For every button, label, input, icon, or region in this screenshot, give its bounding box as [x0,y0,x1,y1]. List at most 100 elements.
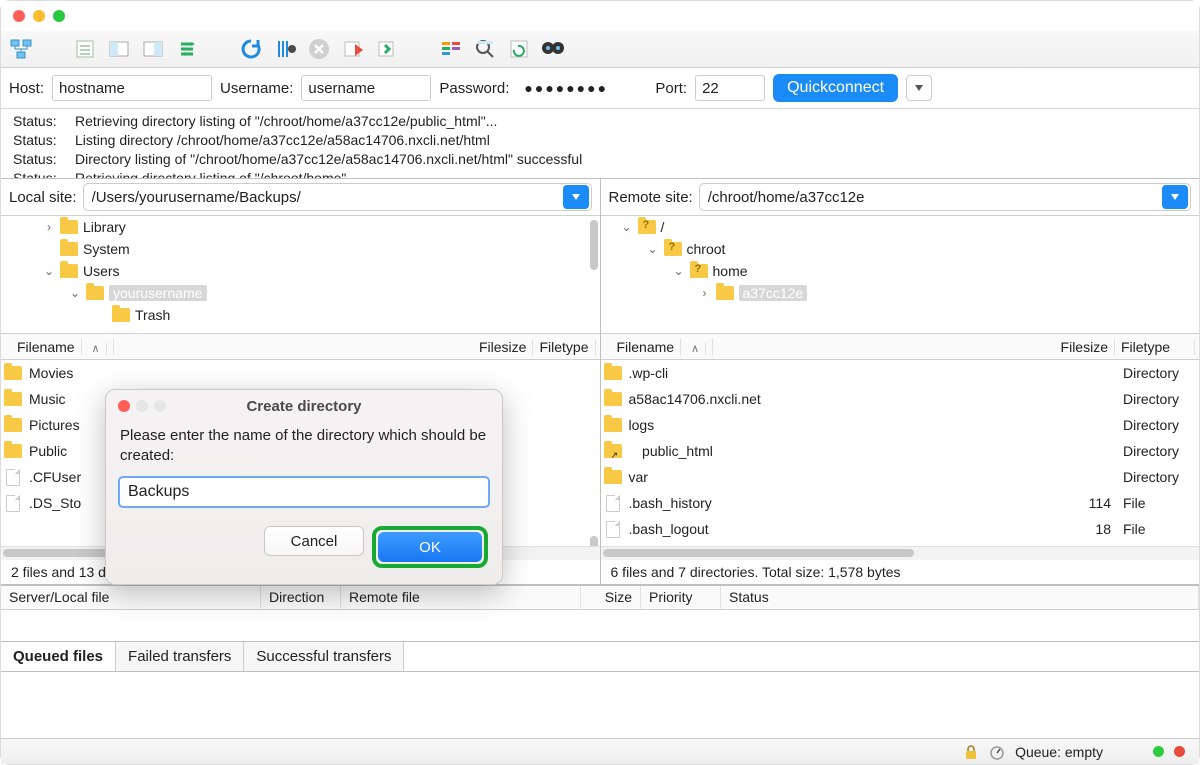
col-filename[interactable]: Filename ∧ [5,339,114,355]
queue-columns[interactable]: Server/Local fileDirectionRemote fileSiz… [1,586,1199,610]
queue-col[interactable]: Server/Local file [1,586,261,609]
list-item[interactable]: logsDirectory [601,412,1200,438]
tree-item[interactable]: Trash [1,304,600,326]
compare-icon[interactable] [505,35,533,63]
local-site-dropdown-icon[interactable] [563,185,589,209]
password-input[interactable]: ●●●●●●●● [517,76,647,100]
file-icon [603,494,623,512]
remote-site-dropdown-icon[interactable] [1162,185,1188,209]
dialog-title: Create directory [106,398,502,415]
toggle-remote-tree-icon[interactable] [139,35,167,63]
queue-col[interactable]: Size [581,586,641,609]
tree-item[interactable]: ⌄/ [601,216,1200,238]
tree-item[interactable]: System [1,238,600,260]
quickconnect-history-button[interactable] [906,75,932,101]
disclosure-icon[interactable]: ⌄ [43,264,55,278]
cancel-button[interactable]: Cancel [264,526,364,556]
queue-col[interactable]: Remote file [341,586,581,609]
folder-icon [715,284,735,302]
tree-item[interactable]: ›a37cc12e [601,282,1200,304]
site-manager-icon[interactable] [7,35,35,63]
tree-item[interactable]: ›Library [1,216,600,238]
local-columns[interactable]: Filename ∧ Filesize Filetype [1,334,600,360]
remote-site-input[interactable] [700,189,1160,206]
list-item[interactable]: Movies [1,360,600,386]
list-item[interactable]: ↗public_htmlDirectory [601,438,1200,464]
reconnect-icon[interactable] [373,35,401,63]
list-item[interactable]: .bash_logout18File [601,516,1200,542]
toggle-queue-icon[interactable] [173,35,201,63]
folder-icon [111,306,131,324]
disclosure-icon[interactable]: ⌄ [673,264,685,278]
folder-unknown-icon [689,262,709,280]
list-item[interactable]: varDirectory [601,464,1200,490]
queue-col[interactable]: Direction [261,586,341,609]
tree-item[interactable]: ⌄yourusername [1,282,600,304]
file-name: Movies [29,365,598,381]
filter-icon[interactable] [437,35,465,63]
list-item[interactable]: .bash_history114File [601,490,1200,516]
status-ok-icon [1153,746,1164,757]
tab-failed[interactable]: Failed transfers [116,642,244,671]
list-item[interactable]: .wp-cliDirectory [601,360,1200,386]
local-site-input[interactable] [84,189,561,206]
toggle-log-icon[interactable] [71,35,99,63]
remote-file-list[interactable]: .wp-cliDirectorya58ac14706.nxcli.netDire… [601,360,1200,546]
cancel-icon[interactable] [305,35,333,63]
disclosure-icon[interactable]: ⌄ [647,242,659,256]
col-filetype[interactable]: Filetype [1115,339,1195,355]
list-item[interactable]: a58ac14706.nxcli.netDirectory [601,386,1200,412]
folder-icon [59,218,79,236]
directory-name-input[interactable] [118,476,490,508]
disclosure-icon[interactable]: › [43,220,55,234]
disclosure-icon[interactable]: ⌄ [69,286,81,300]
col-filename[interactable]: Filename ∧ [605,339,714,355]
queue-col[interactable]: Status [721,586,1199,609]
host-input[interactable] [52,75,212,101]
disclosure-icon[interactable]: ⌄ [621,220,633,234]
col-filesize[interactable]: Filesize [473,339,533,355]
queue-body[interactable] [1,610,1199,642]
tree-label: chroot [687,241,726,257]
folder-unknown-icon [663,240,683,258]
close-window-icon[interactable] [13,10,25,22]
message-log[interactable]: Status:Retrieving directory listing of "… [1,109,1199,179]
log-text: Directory listing of "/chroot/home/a37cc… [75,151,586,168]
search-icon[interactable] [471,35,499,63]
tree-item[interactable]: ⌄home [601,260,1200,282]
tree-item[interactable]: ⌄ chroot [601,238,1200,260]
scrollbar-icon[interactable] [586,216,600,319]
zoom-window-icon[interactable] [53,10,65,22]
quickconnect-button[interactable]: Quickconnect [773,74,898,102]
toggle-local-tree-icon[interactable] [105,35,133,63]
tab-queued[interactable]: Queued files [1,642,116,671]
remote-site-combo[interactable] [699,183,1191,211]
local-tree[interactable]: ›LibrarySystem⌄Users⌄yourusernameTrash [1,216,600,334]
log-text: Listing directory /chroot/home/a37cc12e/… [75,132,586,149]
remote-tree[interactable]: ⌄/⌄chroot⌄home›a37cc12e [601,216,1200,334]
file-name: .wp-cli [629,365,1036,381]
folder-icon [59,240,79,258]
minimize-window-icon[interactable] [33,10,45,22]
ok-button[interactable]: OK [378,532,482,562]
queue-col[interactable]: Priority [641,586,721,609]
remote-columns[interactable]: Filename ∧ Filesize Filetype [601,334,1200,360]
local-site-combo[interactable] [83,183,592,211]
find-icon[interactable] [539,35,567,63]
folder-icon [3,442,23,460]
tree-item[interactable]: ⌄Users [1,260,600,282]
disconnect-icon[interactable] [339,35,367,63]
folder-unknown-icon [637,218,657,236]
disclosure-icon[interactable]: › [699,286,711,300]
tab-success[interactable]: Successful transfers [244,642,404,671]
file-type: File [1117,521,1197,537]
username-input[interactable] [301,75,431,101]
main-toolbar [1,31,1199,68]
col-filetype[interactable]: Filetype [533,339,595,355]
port-input[interactable] [695,75,765,101]
col-filesize[interactable]: Filesize [1045,339,1115,355]
log-text: Retrieving directory listing of "/chroot… [75,170,586,179]
refresh-icon[interactable] [237,35,265,63]
process-queue-icon[interactable] [271,35,299,63]
scrollbar-icon[interactable] [601,546,1200,560]
